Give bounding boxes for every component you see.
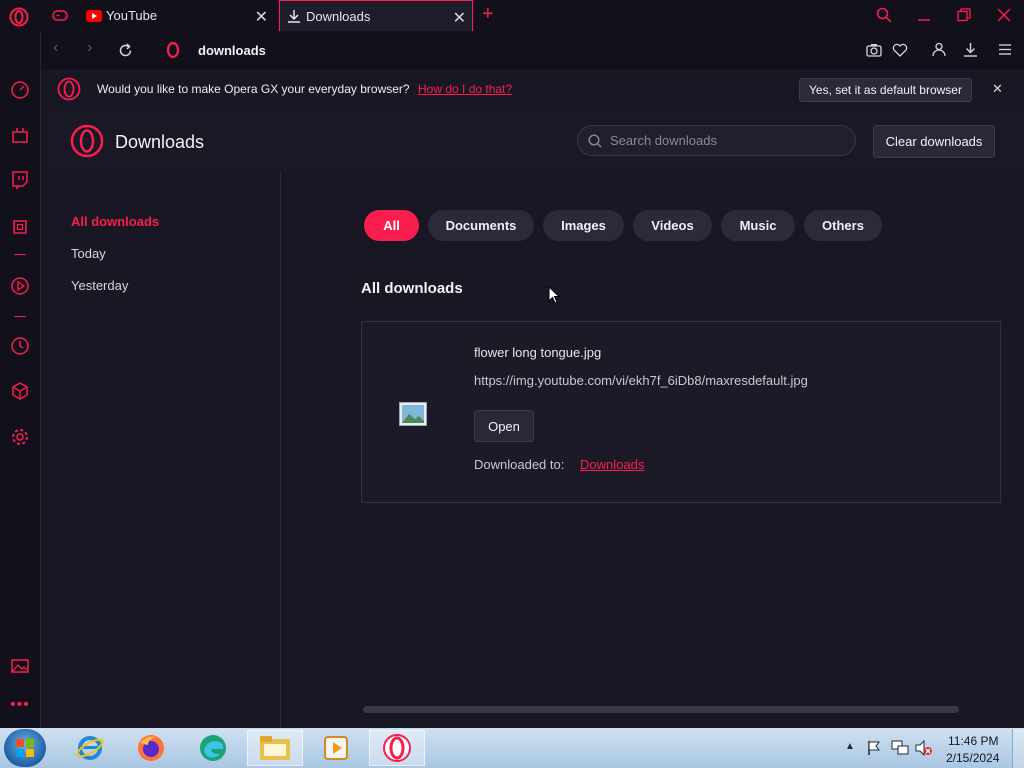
clock-date[interactable]: 2/15/2024: [946, 751, 999, 765]
sidebar-divider: [14, 254, 26, 255]
close-tab-icon[interactable]: ✕: [453, 8, 466, 28]
horizontal-scrollbar[interactable]: [363, 706, 959, 713]
close-notification-icon[interactable]: ✕: [992, 81, 1003, 97]
sidebar: •••: [0, 31, 41, 728]
opera-page-icon: [166, 42, 180, 58]
search-downloads-input[interactable]: Search downloads: [577, 125, 856, 156]
player-icon[interactable]: [10, 276, 30, 296]
gx-corner-icon[interactable]: [10, 125, 30, 145]
opera-gx-icon: [383, 734, 411, 762]
downloads-icon[interactable]: [963, 42, 978, 57]
search-placeholder: Search downloads: [610, 133, 717, 148]
download-icon: [288, 10, 300, 23]
tab-label: Downloads: [306, 8, 371, 24]
tab-downloads[interactable]: Downloads ✕: [279, 0, 473, 31]
tab-label: YouTube: [106, 8, 158, 23]
back-icon[interactable]: ‹: [53, 39, 58, 57]
image-file-icon: [399, 402, 427, 426]
taskbar-media-player[interactable]: [308, 730, 364, 766]
twitch-icon[interactable]: [10, 170, 30, 190]
easy-setup-menu-icon[interactable]: [998, 43, 1012, 56]
internet-explorer-icon: [76, 736, 104, 760]
minimize-icon[interactable]: [917, 8, 931, 22]
youtube-icon: [86, 9, 102, 22]
close-window-icon[interactable]: [997, 8, 1011, 22]
snapshot-camera-icon[interactable]: [866, 43, 882, 57]
tab-youtube[interactable]: YouTube ✕: [78, 0, 274, 31]
filter-documents[interactable]: Documents: [428, 210, 534, 241]
section-title: All downloads: [361, 280, 463, 297]
filter-images[interactable]: Images: [543, 210, 624, 241]
close-tab-icon[interactable]: ✕: [255, 7, 268, 27]
history-icon[interactable]: [10, 336, 30, 356]
download-filename: flower long tongue.jpg: [474, 345, 602, 360]
mouse-cursor-icon: [548, 286, 560, 304]
account-icon[interactable]: [932, 42, 946, 57]
nav-all-downloads[interactable]: All downloads: [71, 214, 159, 229]
clock-time[interactable]: 11:46 PM: [948, 734, 998, 748]
open-button[interactable]: Open: [474, 410, 534, 442]
taskbar-internet-explorer[interactable]: [62, 730, 118, 766]
media-player-icon: [324, 736, 348, 760]
nav-today[interactable]: Today: [71, 246, 106, 261]
extensions-cube-icon[interactable]: [10, 381, 30, 401]
show-hidden-icons[interactable]: ▲: [845, 741, 855, 752]
sidebar-divider: [14, 316, 26, 317]
tab-bar: YouTube ✕ Downloads ✕ +: [0, 0, 1024, 31]
page-title: Downloads: [115, 132, 205, 152]
volume-muted-icon[interactable]: [915, 740, 933, 756]
start-button[interactable]: [4, 729, 46, 767]
taskbar-firefox[interactable]: [123, 730, 179, 766]
default-browser-notification: Would you like to make Opera GX your eve…: [41, 69, 1024, 109]
gx-control-icon[interactable]: [10, 80, 30, 100]
search-icon: [588, 134, 602, 148]
hardware-limiter-icon[interactable]: [10, 217, 30, 237]
windows-logo-icon: [16, 739, 34, 757]
filter-others[interactable]: Others: [804, 210, 882, 241]
download-card: flower long tongue.jpg https://img.youtu…: [361, 321, 1001, 503]
new-tab-icon[interactable]: +: [482, 3, 494, 26]
edge-icon: [200, 735, 226, 761]
forward-icon[interactable]: ›: [87, 39, 92, 57]
more-icon[interactable]: •••: [10, 696, 30, 714]
downloaded-to-link[interactable]: Downloads: [580, 457, 644, 472]
search-icon[interactable]: [876, 7, 892, 23]
notification-message: Would you like to make Opera GX your eve…: [97, 82, 410, 96]
filter-videos[interactable]: Videos: [633, 210, 712, 241]
opera-gx-logo-icon: [70, 124, 104, 158]
taskbar-edge[interactable]: [185, 730, 241, 766]
action-center-flag-icon[interactable]: [866, 740, 882, 756]
gamepad-icon[interactable]: [52, 9, 68, 22]
wallpaper-icon[interactable]: [10, 656, 30, 676]
bookmark-heart-icon[interactable]: [892, 43, 908, 57]
filter-all[interactable]: All: [364, 210, 419, 241]
taskbar-opera-gx[interactable]: [369, 730, 425, 766]
nav-yesterday[interactable]: Yesterday: [71, 278, 128, 293]
downloads-header: Downloads Search downloads Clear downloa…: [41, 109, 1024, 174]
filter-music[interactable]: Music: [721, 210, 795, 241]
taskbar-file-explorer[interactable]: [247, 730, 303, 766]
folder-icon: [260, 736, 290, 760]
address-bar: ‹ › downloads: [41, 31, 1024, 69]
reload-icon[interactable]: [118, 43, 133, 58]
address-text[interactable]: downloads: [198, 43, 266, 58]
set-default-browser-button[interactable]: Yes, set it as default browser: [799, 78, 972, 102]
opera-gx-logo-icon[interactable]: [9, 7, 29, 27]
downloaded-to-label: Downloaded to:: [474, 457, 565, 472]
clear-downloads-button[interactable]: Clear downloads: [873, 125, 995, 158]
settings-gear-icon[interactable]: [10, 427, 30, 447]
restore-icon[interactable]: [957, 8, 971, 22]
how-to-link[interactable]: How do I do that?: [418, 82, 512, 96]
downloads-nav: All downloads Today Yesterday: [41, 173, 281, 728]
download-url[interactable]: https://img.youtube.com/vi/ekh7f_6iDb8/m…: [474, 373, 808, 388]
firefox-icon: [138, 735, 164, 761]
network-icon[interactable]: [891, 740, 909, 756]
opera-gx-logo-icon: [57, 77, 81, 101]
show-desktop-button[interactable]: [1012, 729, 1024, 768]
